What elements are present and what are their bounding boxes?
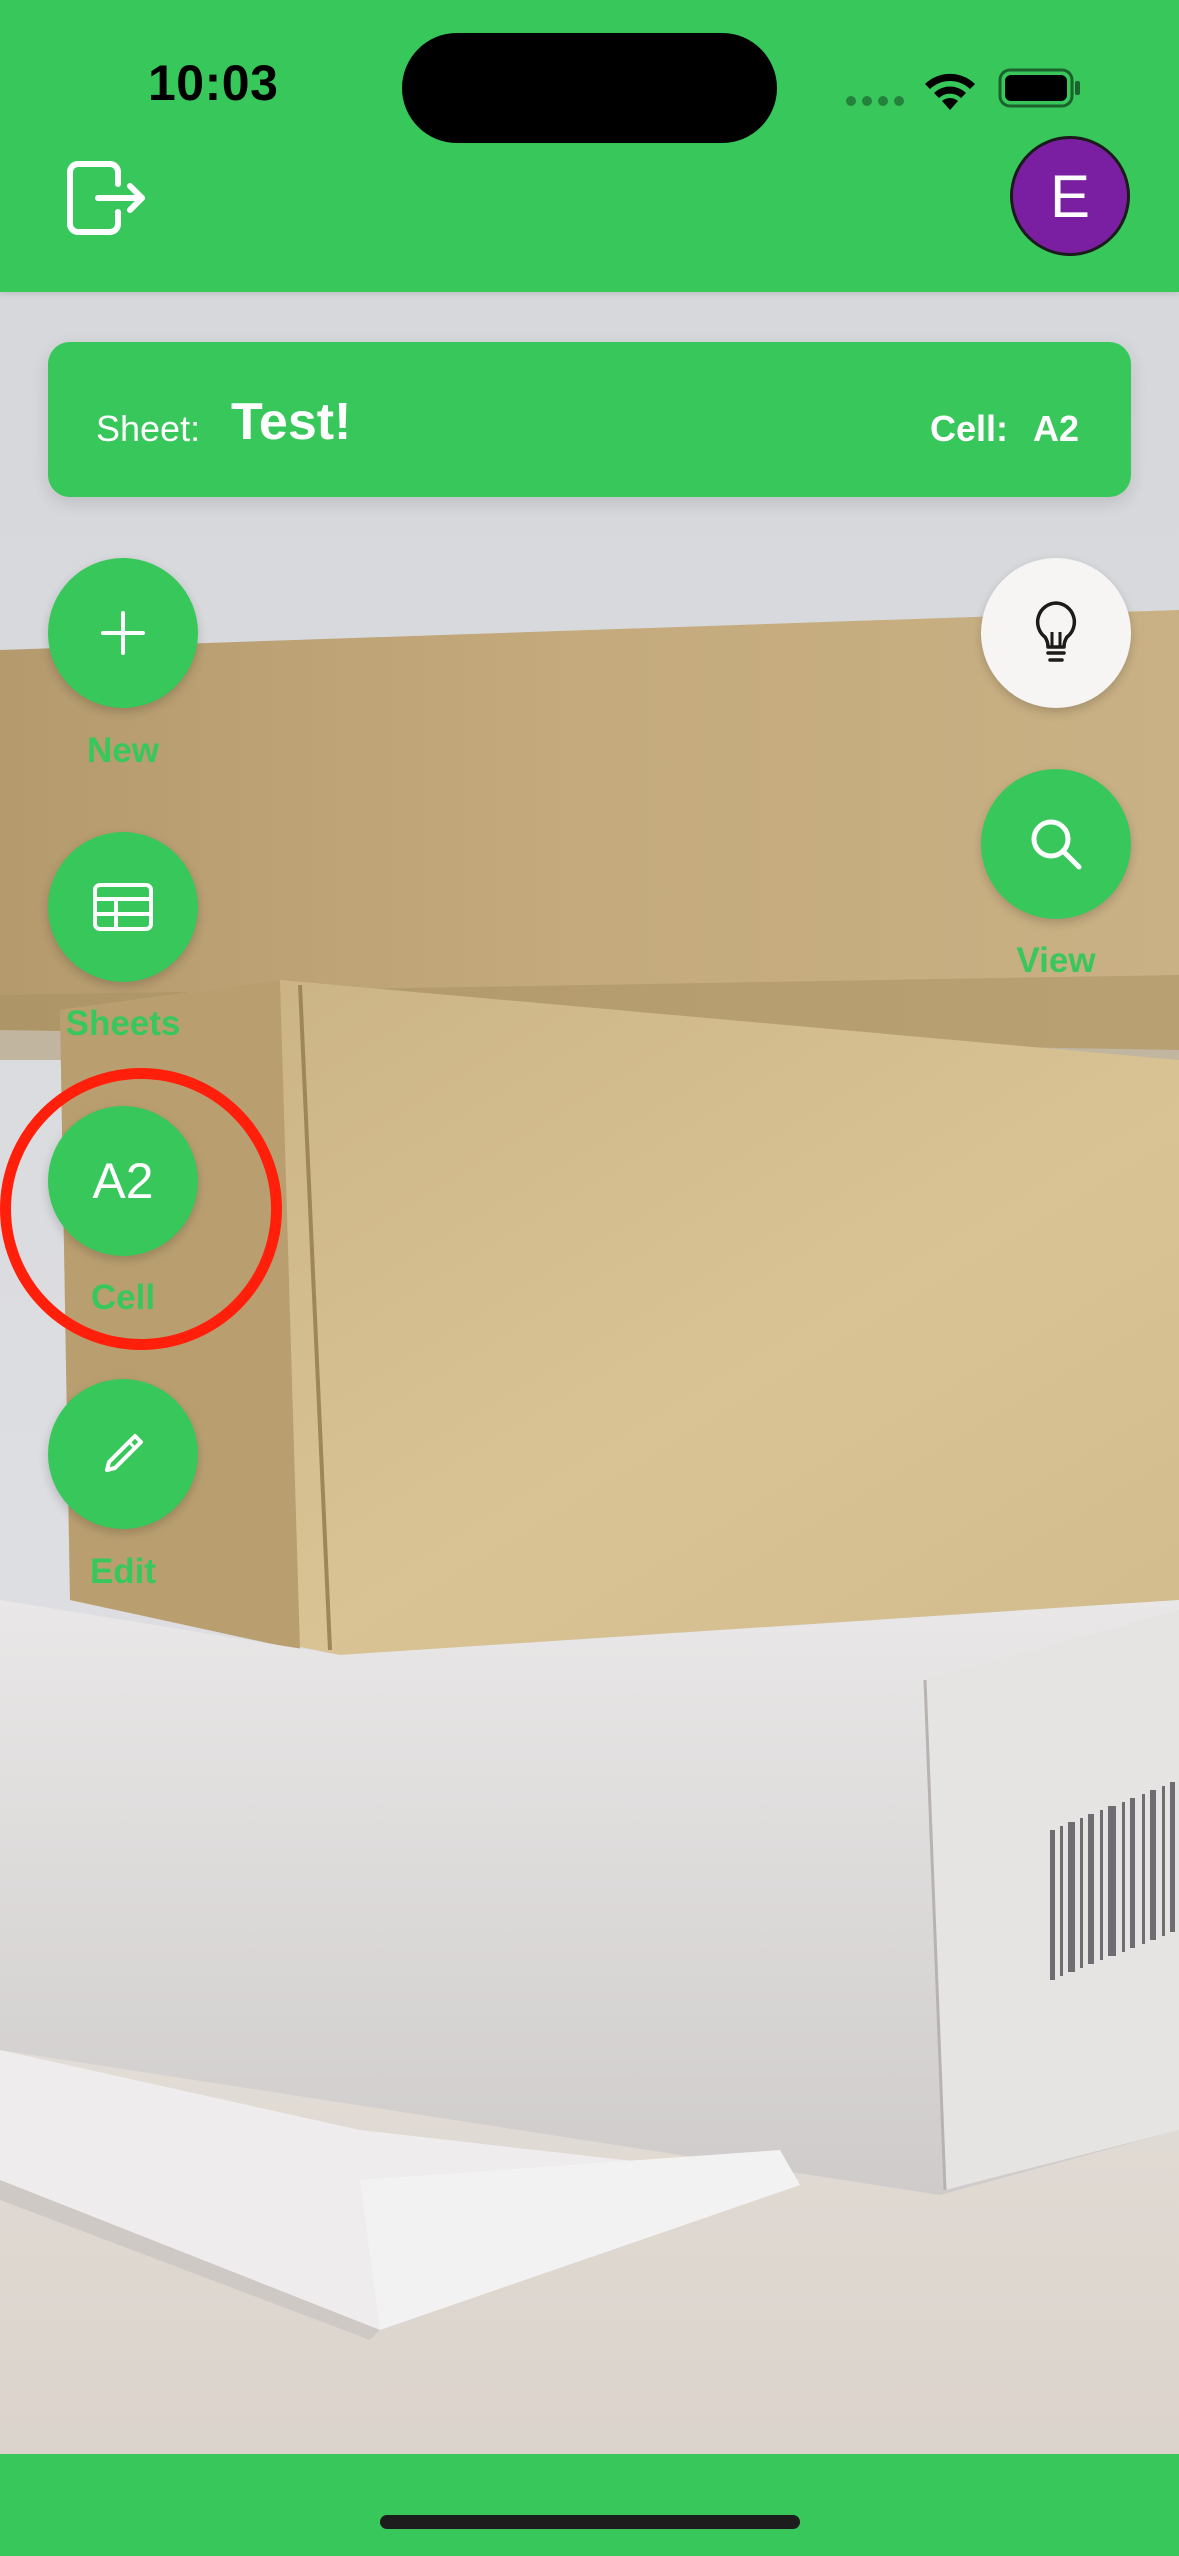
cell-button-text: A2 [92, 1153, 154, 1209]
sheets-button[interactable] [48, 832, 198, 982]
home-indicator[interactable] [380, 2515, 800, 2529]
pencil-icon [105, 1434, 143, 1472]
avatar-button[interactable]: E [1010, 136, 1130, 256]
cell-value: A2 [1033, 408, 1080, 449]
lightbulb-icon [1035, 601, 1077, 662]
sheet-name: Test! [231, 393, 352, 451]
sheet-info-bar: Sheet: Test! Cell: A2 [48, 342, 1131, 497]
sheets-label: Sheets [65, 1004, 181, 1043]
dynamic-island [402, 33, 777, 143]
status-time: 10:03 [148, 55, 279, 111]
edit-button[interactable] [48, 1379, 198, 1529]
cellular-signal-icon [846, 96, 904, 106]
view-button[interactable] [981, 769, 1131, 919]
table-icon [93, 883, 153, 931]
new-button[interactable] [48, 558, 198, 708]
search-icon [1031, 819, 1082, 870]
cell-button[interactable]: A2 [48, 1106, 198, 1256]
logout-button[interactable] [64, 158, 148, 238]
new-label: New [87, 731, 159, 770]
logout-icon [67, 161, 145, 235]
avatar-initial: E [1049, 162, 1091, 230]
edit-label: Edit [89, 1552, 157, 1591]
cell-label-text: Cell [90, 1278, 156, 1317]
sheet-label: Sheet: [96, 408, 201, 449]
battery-icon [998, 68, 1080, 108]
tips-button[interactable] [981, 558, 1131, 708]
top-app-bar: 10:03 E [0, 0, 1179, 292]
wifi-icon [925, 73, 975, 110]
view-label: View [1016, 941, 1096, 980]
bottom-bar [0, 2454, 1179, 2556]
plus-icon [101, 611, 145, 655]
cell-label: Cell: [930, 408, 1009, 449]
app-screen: 10:03 E Sheet: Test! Cell: A2 New Sheets… [0, 0, 1179, 2556]
